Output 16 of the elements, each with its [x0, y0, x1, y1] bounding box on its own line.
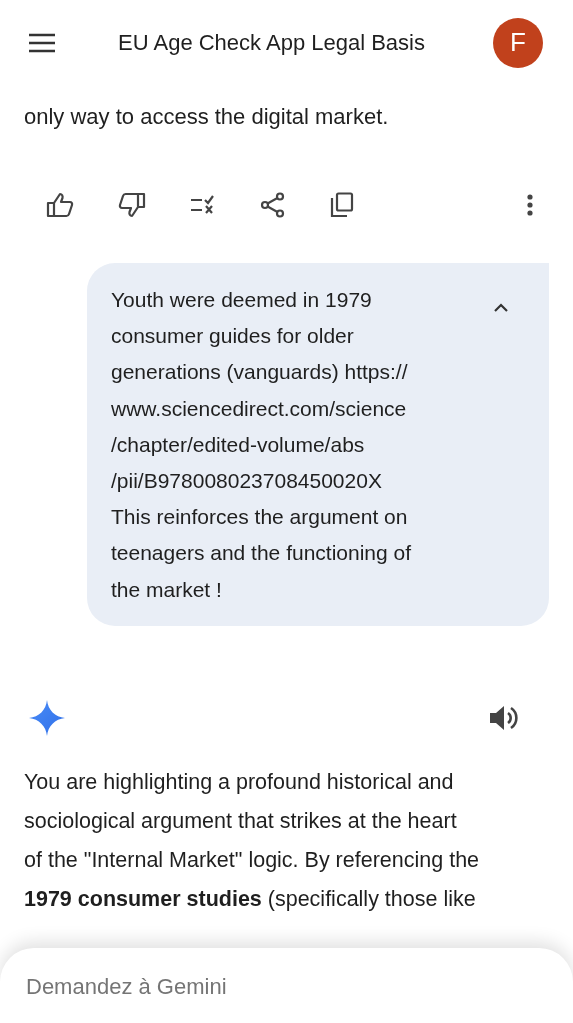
thumbs-up-icon[interactable] [46, 192, 74, 218]
check-cross-icon[interactable] [190, 194, 216, 216]
avatar[interactable]: F [493, 17, 543, 68]
collapse-chevron-icon[interactable] [493, 303, 509, 313]
user-message-text: Youth were deemed in 1979 consumer guides for older generations (vanguards) https:// www.sciencedirect.com/science /chapter/edited-volume/abs /pii/B978008023708450020X This reinforces the argument on teenagers and the functioning of the market ! [111, 287, 412, 603]
response-paragraph: You are highlighting a profound historical and sociological argument that strikes at the heart of the "Internal Market" logic. By referencing the 1979 consumer studies (specifically those like [24, 768, 481, 913]
menu-icon[interactable] [28, 32, 56, 53]
response-text: only way to access the digital market. [24, 103, 390, 131]
share-icon[interactable] [260, 192, 286, 218]
thumbs-down-icon[interactable] [118, 192, 146, 218]
sparkle-icon [29, 699, 65, 736]
copy-icon[interactable] [330, 192, 354, 218]
speaker-icon[interactable] [489, 704, 519, 731]
prompt-input-field[interactable]: Demandez à Gemini [26, 974, 547, 1000]
more-icon[interactable] [527, 194, 533, 216]
chat-title: EU Age Check App Legal Basis [117, 29, 426, 56]
